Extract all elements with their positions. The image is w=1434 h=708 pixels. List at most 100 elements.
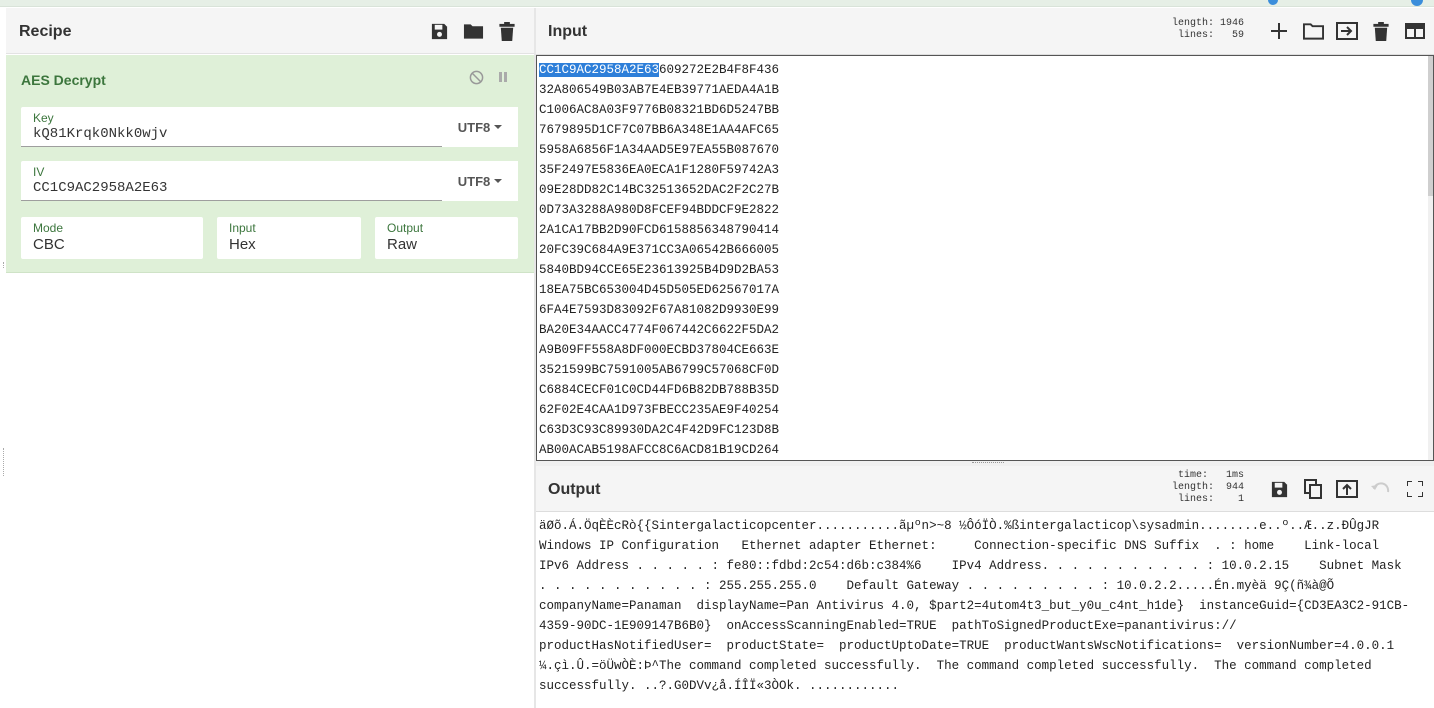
mode-field[interactable]: Mode CBC [21,217,203,259]
input-lines-label: lines: [1177,30,1214,41]
undo-icon[interactable] [1370,478,1392,500]
input-stats: length: 1946 lines: 59 [1166,18,1244,42]
save-output-icon[interactable] [1268,478,1290,500]
chevron-down-icon [494,125,503,129]
input-text[interactable]: CC1C9AC2958A2E63609272E2B4F8F436 32A8065… [539,60,779,460]
input-line: A9B09FF558A8DF000ECBD37804CE663E [539,343,780,357]
output-lines-value: 1 [1237,494,1244,505]
input-line: 6FA4E7593D83092F67A81082D9930E99 [539,303,780,317]
input-line: C63D3C93C89930DA2C4F42D9FC123D8B [539,423,780,437]
output-title: Output [548,481,601,498]
input-line: 18EA75BC653004D45D505ED62567017A [539,283,780,297]
clear-input-trash-icon[interactable] [1370,20,1392,42]
maximize-icon[interactable] [1404,478,1426,500]
input-format-field[interactable]: Input Hex [217,217,361,259]
folder-icon[interactable] [462,20,484,42]
input-selection: CC1C9AC2958A2E63 [539,63,660,77]
input-scrollbar[interactable] [1428,56,1433,460]
output-line: äØõ.Á.ÖqÈÈcRò{{Sintergalacticopcenter...… [539,519,1380,533]
input-format-value[interactable]: Hex [229,236,256,253]
input-line: 09E28DD82C14BC32513652DAC2F2C27B [539,183,780,197]
output-line: Windows IP Configuration Ethernet adapte… [539,539,1380,553]
output-lines-label: lines: [1177,494,1214,505]
output-line: productHasNotifiedUser= productState= pr… [539,639,1395,653]
output-time-value: 1ms [1225,470,1244,481]
iv-encoding-dropdown[interactable]: UTF8 [442,161,518,201]
input-line: 5958A6856F1A34AAD5E97EA55B087670 [539,143,780,157]
splitter-grip[interactable] [972,462,1004,464]
help-icon[interactable] [1411,0,1423,6]
key-underline [21,146,442,147]
input-textarea[interactable]: CC1C9AC2958A2E63609272E2B4F8F436 32A8065… [536,55,1434,461]
output-line: 4359-90DC-1E909147B6B0} onAccessScanning… [539,619,1237,633]
iv-value[interactable]: CC1C9AC2958A2E63 [33,180,167,196]
open-file-icon[interactable] [1336,20,1358,42]
recipe-title: Recipe [19,23,72,40]
output-stats: time: 1ms length: 944 lines: 1 [1166,470,1244,506]
notification-dot-icon [1268,0,1278,5]
input-line: 35F2497E5836EA0ECA1F1280F59742A3 [539,163,780,177]
input-first-line-rest: 609272E2B4F8F436 [659,63,780,77]
left-resize-grip[interactable] [3,448,5,476]
trash-icon[interactable] [496,20,518,42]
pause-breakpoint-icon[interactable] [494,68,512,86]
input-scroll-thumb[interactable] [1428,56,1433,196]
input-format-label: Input [229,221,256,235]
copy-output-icon[interactable] [1302,478,1324,500]
iv-label: IV [33,165,45,179]
iv-underline [21,200,442,201]
input-line: 3521599BC7591005AB6799C57068CF0D [539,363,780,377]
operation-title: AES Decrypt [21,72,106,88]
input-line: 62F02E4CAA1D973FBECC235AE9F40254 [539,403,780,417]
output-line: successfully. ..?.G0DVv¿å.ÍÎÏ«3ÒOk. ....… [539,679,900,693]
recipe-resize-grip[interactable] [3,262,5,268]
iv-encoding-label: UTF8 [457,173,491,189]
save-icon[interactable] [428,20,450,42]
add-tab-icon[interactable] [1268,20,1290,42]
output-length-value: 944 [1225,482,1244,493]
reset-layout-icon[interactable] [1404,20,1426,42]
output-line: companyName=Panaman displayName=Pan Anti… [539,599,1410,613]
input-header: Input length: 1946 lines: 59 [536,8,1434,55]
output-text[interactable]: äØõ.Á.ÖqÈÈcRò{{Sintergalacticopcenter...… [539,516,1409,696]
input-line: 5840BD94CCE65E23613925B4D9D2BA53 [539,263,780,277]
input-line: 2A1CA17BB2D90FCD6158856348790414 [539,223,780,237]
output-format-field[interactable]: Output Raw [375,217,518,259]
input-toolbar [1268,20,1426,42]
output-line: ¼.çì.Û.=öÜwÒÈ:Þ^The command completed su… [539,659,1372,673]
chevron-down-icon [494,179,503,183]
output-format-label: Output [387,221,424,235]
recipe-header: Recipe [6,8,534,54]
input-lines-value: 59 [1231,30,1244,41]
key-encoding-label: UTF8 [457,119,491,135]
top-strip [0,0,1434,7]
key-value[interactable]: kQ81Krqk0Nkk0wjv [33,126,167,142]
input-line: 32A806549B03AB7E4EB39771AEDA4A1B [539,83,780,97]
open-folder-icon[interactable] [1302,20,1324,42]
aes-decrypt-operation: AES Decrypt Key kQ81Krqk0Nkk0wjv UTF8 IV… [6,55,534,273]
input-line: 0D73A3288A980D8FCEF94BDDCF9E2822 [539,203,780,217]
output-time-label: time: [1177,470,1208,481]
input-line: 20FC39C684A9E371CC3A06542B666005 [539,243,780,257]
key-label: Key [33,111,54,125]
disable-operation-icon[interactable] [467,68,485,86]
input-line-first: CC1C9AC2958A2E63609272E2B4F8F436 [539,60,779,80]
recipe-pane: Recipe AES Decrypt Key kQ81Krqk0Nkk0wjv … [0,8,534,708]
output-line: . . . . . . . . . . . : 255.255.255.0 De… [539,579,1335,593]
input-line: C6884CECF01C0CD44FD6B82DB788B35D [539,383,780,397]
input-length-value: 1946 [1219,18,1244,29]
input-line: C1006AC8A03F9776B08321BD6D5247BB [539,103,780,117]
output-header: Output time: 1ms length: 944 lines: 1 [536,466,1434,512]
replace-input-icon[interactable] [1336,478,1358,500]
output-line: IPv6 Address . . . . . : fe80::fdbd:2c54… [539,559,1402,573]
key-field[interactable]: Key kQ81Krqk0Nkk0wjv UTF8 [21,107,518,147]
iv-field[interactable]: IV CC1C9AC2958A2E63 UTF8 [21,161,518,201]
key-encoding-dropdown[interactable]: UTF8 [442,107,518,147]
output-format-value[interactable]: Raw [387,236,417,253]
input-title: Input [548,23,588,40]
output-area[interactable]: äØõ.Á.ÖqÈÈcRò{{Sintergalacticopcenter...… [536,512,1434,708]
mode-value[interactable]: CBC [33,236,65,253]
input-line: BA20E34AACC4774F067442C6622F5DA2 [539,323,780,337]
input-line: AB00ACAB5198AFCC8C6ACD81B19CD264 [539,443,780,457]
input-length-label: length: [1171,18,1214,29]
